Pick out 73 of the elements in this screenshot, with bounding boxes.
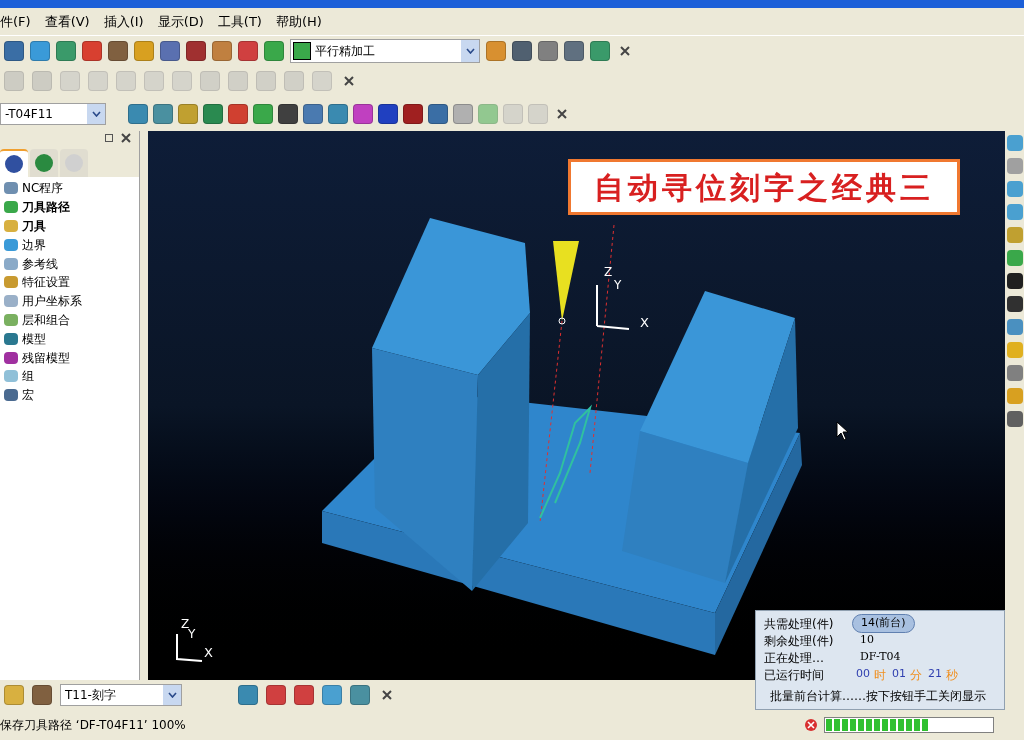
caret-icon (465, 47, 475, 54)
menu-item[interactable]: 查看(V) (44, 11, 90, 32)
toolbar-icon[interactable] (186, 40, 206, 61)
dialog-value: 10 (859, 632, 874, 649)
tree-item[interactable]: 组 (22, 367, 34, 386)
axis-label: Y (188, 627, 196, 643)
tree-item[interactable]: 参考线 (22, 254, 58, 273)
tree-item[interactable]: 刀具 (22, 217, 46, 235)
dropdown-value: 平行精加工 (315, 42, 376, 60)
close-icon[interactable] (620, 45, 630, 56)
axis-label: X (640, 314, 649, 332)
toolbar-icon[interactable] (108, 40, 128, 61)
time-unit: 秒 (946, 666, 958, 684)
dialog-label: 正在处理… (764, 649, 825, 667)
tree-item[interactable]: NC程序 (22, 179, 64, 198)
menu-item[interactable]: 帮助(H) (275, 11, 322, 32)
dialog-label: 已运行时间 (764, 666, 825, 684)
mouse-cursor-icon (836, 421, 850, 441)
tree-item[interactable]: 边界 (22, 235, 46, 254)
tree-item[interactable]: 用户坐标系 (22, 292, 82, 311)
toolbar-icon[interactable] (1006, 273, 1023, 289)
menu-item[interactable]: 显示(D) (157, 11, 204, 32)
axis-triad-icon (174, 631, 204, 663)
tree-item[interactable]: 宏 (22, 386, 34, 405)
explorer-tab[interactable] (30, 149, 58, 177)
caret-icon (91, 111, 101, 117)
dropdown-value: -T04F11 (4, 106, 54, 123)
toolbar-icon[interactable] (512, 40, 532, 61)
close-icon[interactable] (557, 109, 567, 119)
close-icon[interactable] (121, 133, 131, 143)
time-value: 01 (892, 665, 906, 682)
dialog-label: 共需处理(件) (764, 615, 835, 633)
status-message: 保存刀具路径 ‘DF-T04F11’ 100% (0, 717, 187, 734)
time-unit: 分 (910, 666, 922, 684)
dialog-value: DF-T04 (859, 649, 901, 666)
tab-icon (5, 155, 23, 173)
dropdown-button[interactable] (461, 39, 479, 62)
tree-item[interactable]: 模型 (22, 329, 46, 348)
strategy-icon (293, 41, 311, 60)
dialog-label: 剩余处理(件) (764, 632, 835, 650)
count-badge[interactable]: 14(前台) (852, 614, 915, 633)
explorer-tab[interactable] (0, 149, 28, 177)
toolbar-icon[interactable] (4, 40, 24, 61)
menu-item[interactable]: 插入(I) (103, 11, 144, 32)
toolbar-icon[interactable] (278, 104, 298, 124)
restore-icon[interactable] (105, 134, 113, 142)
dialog-note: 批量前台计算……按下按钮手工关闭显示 (769, 688, 987, 705)
tree-item[interactable]: 刀具路径 (22, 198, 70, 217)
toolbar-icon[interactable] (564, 40, 584, 61)
tree-item[interactable]: 特征设置 (22, 273, 70, 292)
dropdown[interactable]: T11-刻字 (60, 684, 182, 706)
menu-item[interactable]: 件(F) (0, 11, 31, 32)
axis-label: X (204, 644, 213, 662)
caret-icon (167, 692, 177, 698)
tree-item[interactable]: 残留模型 (22, 348, 70, 367)
toolbar-icon[interactable] (1006, 296, 1023, 312)
dropdown[interactable]: 平行精加工 (290, 38, 480, 63)
dropdown-button[interactable] (87, 104, 105, 124)
time-value: 00 (856, 665, 870, 682)
time-unit: 时 (874, 666, 886, 684)
close-icon[interactable] (382, 690, 392, 700)
axis-label: Z (604, 264, 613, 281)
dropdown[interactable]: -T04F11 (0, 103, 106, 125)
caption-banner: 自动寻位刻字之经典三 (568, 159, 960, 215)
axis-label: Y (614, 277, 622, 294)
dropdown-value: T11-刻字 (64, 687, 117, 704)
dropdown-button[interactable] (163, 685, 181, 705)
cancel-icon[interactable] (804, 718, 818, 732)
menu-item[interactable]: 工具(T) (217, 11, 262, 32)
tree-item[interactable]: 层和组合 (22, 310, 70, 329)
time-value: 21 (928, 665, 942, 682)
tab-icon (35, 154, 53, 172)
close-icon[interactable] (344, 76, 354, 86)
